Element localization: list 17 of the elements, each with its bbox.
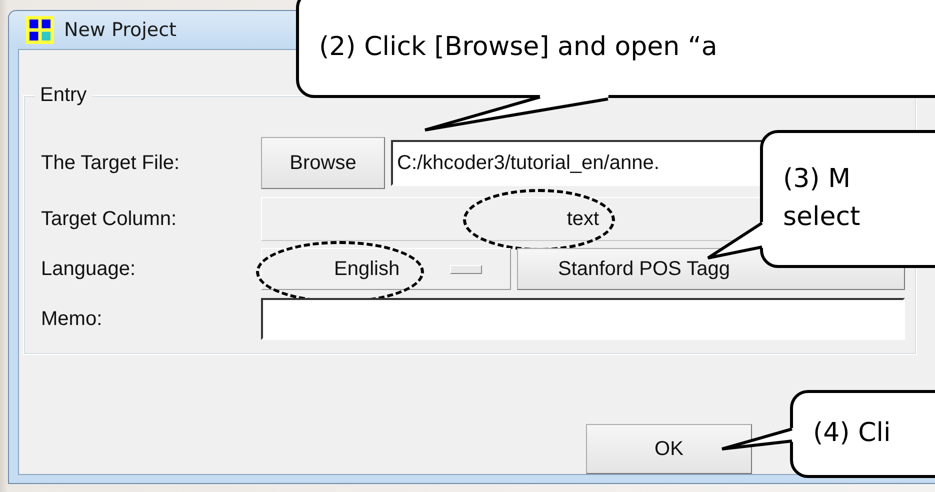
callout-text: select	[783, 201, 862, 234]
window-title: New Project	[64, 19, 176, 41]
language-dropdown[interactable]: English	[261, 248, 511, 290]
field-label: Language:	[41, 258, 137, 280]
ok-button[interactable]: OK	[586, 424, 752, 474]
field-label: The Target File:	[41, 152, 181, 174]
callout-text: (4) Cli	[813, 417, 892, 450]
language-value: English	[334, 258, 400, 280]
group-label: Entry	[35, 84, 92, 107]
memo-field[interactable]	[261, 298, 905, 340]
app-icon	[26, 16, 54, 44]
callout-text: (2) Click [Browse] and open “a	[319, 31, 718, 64]
browse-button[interactable]: Browse	[261, 137, 385, 189]
field-label: Target Column:	[41, 208, 178, 230]
dropdown-indicator-icon	[450, 264, 482, 274]
field-label: Memo:	[41, 308, 104, 330]
column-value: text	[566, 208, 600, 230]
